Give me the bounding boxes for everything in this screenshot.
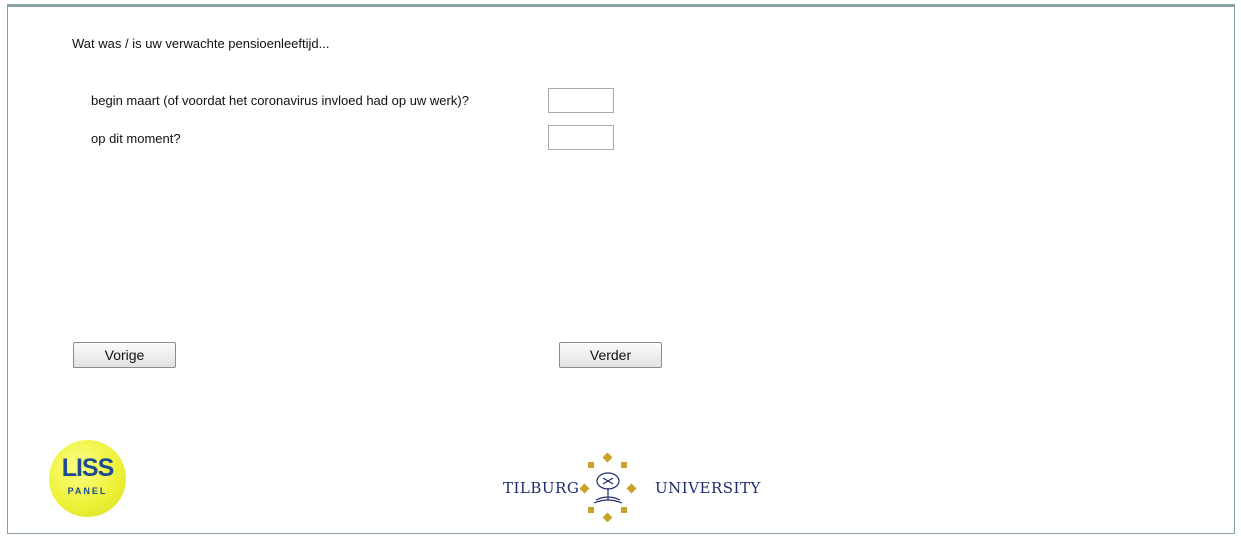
next-button[interactable]: Verder <box>559 342 662 368</box>
retirement-age-before-input[interactable] <box>548 88 614 113</box>
tilburg-emblem-icon <box>579 452 637 522</box>
liss-panel-logo: LISS PANEL <box>49 440 126 517</box>
liss-logo-subtext: PANEL <box>67 486 108 496</box>
tilburg-logo-text-right: UNIVERSITY <box>655 479 761 497</box>
row-label-before-corona: begin maart (of voordat het coronavirus … <box>91 93 469 108</box>
previous-button[interactable]: Vorige <box>73 342 176 368</box>
liss-logo-text: LISS <box>61 454 115 482</box>
tilburg-logo-text-left: TILBURG <box>503 479 580 497</box>
row-label-current: op dit moment? <box>91 131 181 146</box>
question-text: Wat was / is uw verwachte pensioenleefti… <box>72 36 330 51</box>
retirement-age-current-input[interactable] <box>548 125 614 150</box>
